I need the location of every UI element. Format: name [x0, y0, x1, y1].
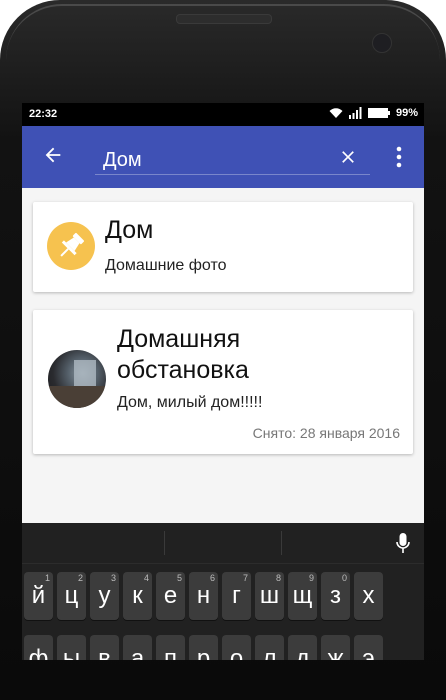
key-ш[interactable]: ш8 — [255, 572, 284, 620]
key-hint: 4 — [143, 573, 149, 583]
key-label: ы — [62, 645, 81, 660]
key-label: о — [229, 645, 244, 660]
key-label: щ — [292, 582, 313, 609]
key-label: а — [130, 645, 145, 660]
results-list: Дом Домашние фото Домашняя обстановка До… — [22, 188, 424, 536]
key-р[interactable]: р — [189, 635, 218, 660]
screen: 22:32 99% Дом Дом Домашние фото Домашняя… — [22, 103, 424, 660]
key-label: н — [196, 582, 211, 609]
soft-keyboard: й1ц2у3к4е5н6г7ш8щ9з0х фывапролджэ — [22, 523, 424, 660]
key-label: п — [164, 645, 177, 660]
thumbnail-window — [74, 360, 96, 388]
key-п[interactable]: п — [156, 635, 185, 660]
search-app-bar: Дом — [22, 126, 424, 188]
pin-icon — [60, 232, 85, 257]
wifi-icon — [329, 108, 343, 118]
key-label: в — [98, 645, 111, 660]
key-ф[interactable]: ф — [24, 635, 53, 660]
key-ц[interactable]: ц2 — [57, 572, 86, 620]
key-hint: 1 — [44, 573, 50, 583]
photo-thumbnail — [48, 350, 106, 408]
result-subtitle: Домашние фото — [105, 257, 227, 274]
close-icon[interactable] — [338, 147, 358, 167]
key-ж[interactable]: ж — [321, 635, 350, 660]
more-vert-icon[interactable] — [396, 146, 402, 168]
key-label: э — [362, 645, 375, 660]
status-bar: 22:32 99% — [22, 103, 424, 126]
suggestion-divider — [164, 531, 165, 555]
key-а[interactable]: а — [123, 635, 152, 660]
key-у[interactable]: у3 — [90, 572, 119, 620]
key-label: х — [362, 582, 375, 609]
keyboard-row-2: фы в а п р о л д ж э — [24, 635, 383, 660]
key-label: ш — [259, 582, 280, 609]
key-н[interactable]: н6 — [189, 572, 218, 620]
microphone-icon[interactable] — [396, 533, 410, 555]
key-hint: 0 — [341, 573, 347, 583]
key-label: ц — [64, 582, 79, 609]
key-label: ф — [28, 645, 49, 660]
key-label: д — [295, 645, 310, 660]
key-щ[interactable]: щ9 — [288, 572, 317, 620]
key-э[interactable]: э — [354, 635, 383, 660]
key-label: е — [163, 582, 178, 609]
search-input[interactable]: Дом — [95, 145, 370, 175]
key-з[interactable]: з0 — [321, 572, 350, 620]
key-к[interactable]: к4 — [123, 572, 152, 620]
key-д[interactable]: д — [288, 635, 317, 660]
result-card-photo[interactable]: Домашняя обстановка Дом, милый дом!!!!! … — [33, 310, 413, 454]
suggestion-divider — [281, 531, 282, 555]
key-о[interactable]: о — [222, 635, 251, 660]
battery-percent: 99% — [395, 107, 418, 119]
key-label: у — [98, 582, 111, 609]
result-subtitle: Дом, милый дом!!!!! — [117, 394, 263, 411]
key-label: й — [31, 582, 46, 609]
key-hint: 7 — [242, 573, 248, 583]
key-л[interactable]: л — [255, 635, 284, 660]
earpiece-speaker — [176, 14, 272, 24]
key-х[interactable]: х — [354, 572, 383, 620]
key-label: з — [329, 582, 341, 609]
result-date: Снято: 28 января 2016 — [252, 425, 400, 441]
key-hint: 2 — [77, 573, 83, 583]
key-label: р — [196, 645, 211, 660]
key-г[interactable]: г7 — [222, 572, 251, 620]
result-title: Домашняя обстановка — [117, 325, 249, 384]
key-label: к — [132, 582, 143, 609]
key-hint: 9 — [308, 573, 314, 583]
signal-icon — [348, 107, 362, 119]
suggestion-strip — [22, 523, 424, 564]
key-hint: 6 — [209, 573, 215, 583]
key-label: л — [262, 645, 277, 660]
album-avatar — [47, 222, 95, 270]
key-label: ж — [327, 645, 344, 660]
front-camera — [372, 33, 392, 53]
status-time: 22:32 — [29, 108, 58, 120]
battery-icon — [367, 108, 390, 118]
key-hint: 5 — [176, 573, 182, 583]
status-icons: 99% — [329, 107, 418, 119]
result-card-album[interactable]: Дом Домашние фото — [33, 202, 413, 292]
key-е[interactable]: е5 — [156, 572, 185, 620]
key-hint: 8 — [275, 573, 281, 583]
key-й[interactable]: й1 — [24, 572, 53, 620]
key-hint: 3 — [110, 573, 116, 583]
keyboard-row-1: й1ц2у3к4е5н6г7ш8щ9з0х — [24, 572, 383, 620]
back-arrow-icon[interactable] — [42, 144, 64, 166]
thumbnail-floor — [48, 386, 106, 408]
key-label: г — [232, 582, 241, 609]
key-в[interactable]: в — [90, 635, 119, 660]
result-title: Дом — [105, 216, 154, 244]
key-ы[interactable]: ы — [57, 635, 86, 660]
